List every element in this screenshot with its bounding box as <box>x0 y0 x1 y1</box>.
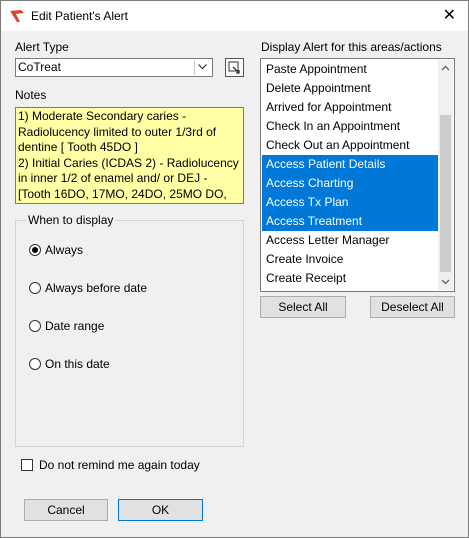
select-all-button[interactable]: Select All <box>260 296 346 318</box>
edit-icon <box>228 61 240 74</box>
window-title: Edit Patient's Alert <box>31 9 129 23</box>
list-item[interactable]: Check Out an Appointment <box>262 136 441 155</box>
close-icon[interactable]: ✕ <box>443 5 456 25</box>
dropdown-button[interactable] <box>194 60 211 75</box>
list-item[interactable]: Check In an Appointment <box>262 117 441 136</box>
when-to-display-label: When to display <box>26 213 116 227</box>
list-item[interactable]: Create Invoice <box>262 250 441 269</box>
list-item[interactable]: Create Receipt <box>262 269 441 288</box>
do-not-remind-checkbox[interactable] <box>21 459 33 471</box>
alert-type-value: CoTreat <box>18 60 61 74</box>
list-item[interactable]: Arrived for Appointment <box>262 98 441 117</box>
cancel-button[interactable]: Cancel <box>24 499 108 521</box>
do-not-remind-label[interactable]: Do not remind me again today <box>39 458 200 472</box>
radio-date-range[interactable]: Date range <box>29 319 104 333</box>
list-item[interactable]: Access Patient Details <box>262 155 441 174</box>
list-item[interactable]: Access Tx Plan <box>262 193 441 212</box>
radio-on-this-date[interactable]: On this date <box>29 357 110 371</box>
display-areas-list[interactable]: Paste Appointment Delete Appointment Arr… <box>260 58 455 292</box>
scroll-down-icon[interactable] <box>441 277 450 286</box>
radio-label: Date range <box>45 319 105 333</box>
ok-button[interactable]: OK <box>118 499 203 521</box>
chevron-down-icon <box>198 64 207 70</box>
display-areas-label: Display Alert for this areas/actions <box>261 40 442 54</box>
radio-button[interactable] <box>29 244 41 256</box>
radio-button[interactable] <box>29 320 41 332</box>
radio-always[interactable]: Always <box>29 243 83 257</box>
scroll-up-icon[interactable] <box>441 64 450 73</box>
alert-type-label: Alert Type <box>15 40 69 54</box>
radio-button[interactable] <box>29 358 41 370</box>
list-item[interactable]: Paste Appointment <box>262 60 441 79</box>
list-scrollbar[interactable] <box>438 60 453 290</box>
app-logo-icon <box>10 10 24 22</box>
list-item[interactable]: Access Letter Manager <box>262 231 441 250</box>
list-item[interactable]: Access Charting <box>262 174 441 193</box>
scroll-thumb[interactable] <box>440 115 451 272</box>
when-to-display-group: When to display Always Always before dat… <box>15 213 244 447</box>
edit-alert-dialog: Edit Patient's Alert ✕ Alert Type CoTrea… <box>0 0 469 538</box>
list-item[interactable]: Delete Appointment <box>262 79 441 98</box>
edit-alert-type-button[interactable] <box>225 58 244 77</box>
notes-label: Notes <box>15 88 47 102</box>
radio-label: On this date <box>45 357 110 371</box>
alert-type-select[interactable]: CoTreat <box>15 58 213 77</box>
notes-text: 1) Moderate Secondary caries - Radioluce… <box>18 109 239 203</box>
radio-always-before-date[interactable]: Always before date <box>29 281 147 295</box>
notes-textarea[interactable]: 1) Moderate Secondary caries - Radioluce… <box>15 107 244 204</box>
radio-button[interactable] <box>29 282 41 294</box>
radio-label: Always <box>45 243 84 257</box>
deselect-all-button[interactable]: Deselect All <box>370 296 455 318</box>
title-bar: Edit Patient's Alert ✕ <box>1 1 468 31</box>
list-item[interactable]: Access Treatment <box>262 212 441 231</box>
radio-label: Always before date <box>45 281 148 295</box>
